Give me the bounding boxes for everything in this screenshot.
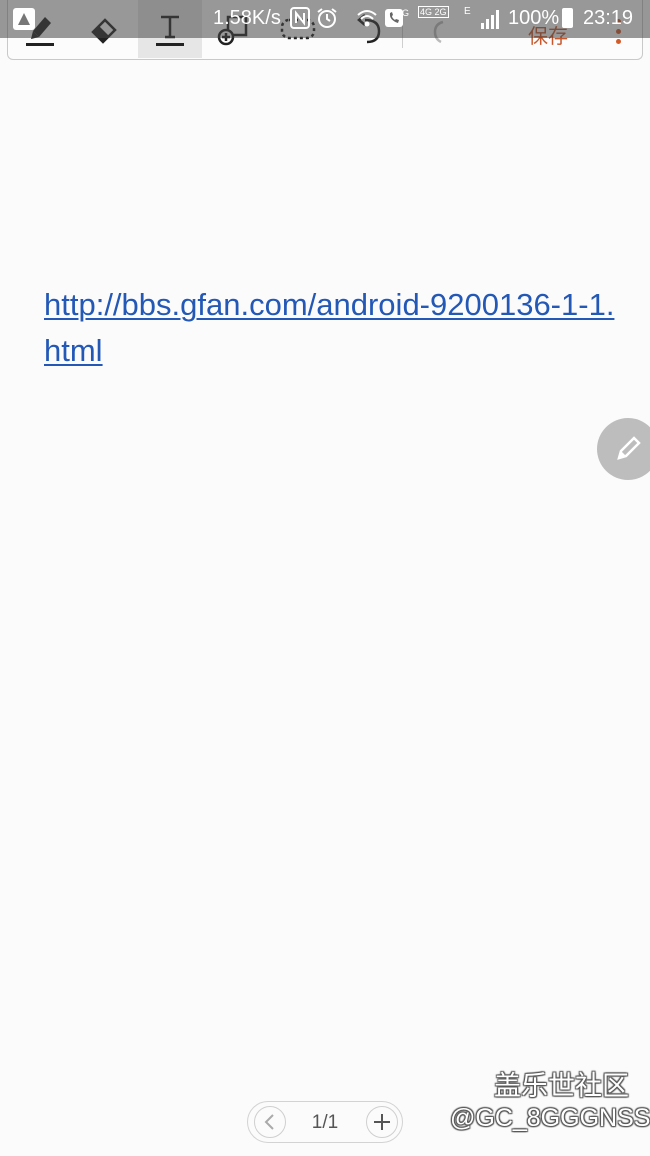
status-bar: 1.58K/s 4G 4G 2G E 100% 23:19 xyxy=(0,0,650,38)
watermark-handle: @GC_8GGGNSS xyxy=(450,1104,650,1132)
page-navigator: 1/1 xyxy=(247,1101,403,1143)
network-type-label: 4G xyxy=(397,8,410,18)
clock-time: 23:19 xyxy=(583,7,634,29)
chevron-left-icon xyxy=(264,1114,274,1130)
battery-icon xyxy=(562,8,573,28)
signal-strength-icon xyxy=(481,10,499,29)
note-hyperlink[interactable]: http://bbs.gfan.com/android-9200136-1-1.… xyxy=(44,282,629,374)
network-type-label-secondary: 4G 2G xyxy=(418,6,449,18)
floating-pen-button[interactable] xyxy=(597,418,650,480)
status-icons xyxy=(290,7,404,29)
watermark-title: 盖乐世社区 xyxy=(494,1071,629,1102)
more-dot-icon xyxy=(615,39,621,44)
page-count: 1/1 xyxy=(311,1112,339,1133)
wifi-call-icon xyxy=(357,10,377,27)
plus-icon xyxy=(374,1114,390,1130)
notification-app-icon xyxy=(13,8,35,30)
alarm-icon xyxy=(317,8,337,28)
pencil-icon xyxy=(617,436,641,460)
network-edge-label: E xyxy=(464,6,471,17)
previous-page-button[interactable] xyxy=(254,1106,286,1138)
battery-percentage: 100% xyxy=(508,7,560,29)
nfc-icon xyxy=(290,7,310,29)
add-page-button[interactable] xyxy=(366,1106,398,1138)
network-speed: 1.58K/s xyxy=(213,7,281,29)
